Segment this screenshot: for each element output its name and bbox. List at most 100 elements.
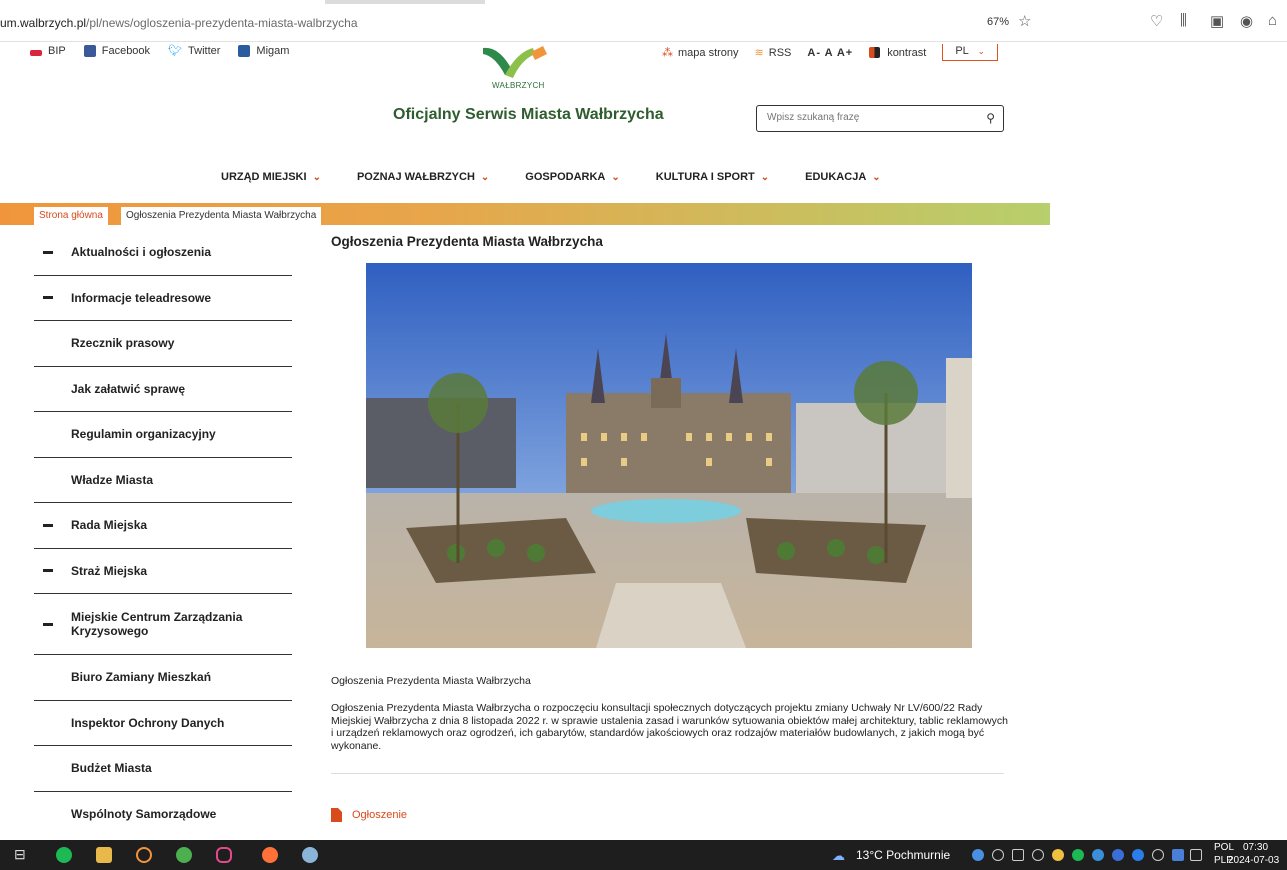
chat-app-icon[interactable]: [216, 847, 232, 863]
search-input[interactable]: [767, 112, 967, 123]
sitemap-link[interactable]: ⁂ mapa strony: [662, 46, 739, 60]
nav-label: KULTURA I SPORT: [655, 171, 755, 183]
facebook-link[interactable]: Facebook: [83, 44, 151, 57]
chevron-down-icon: ⌄: [480, 172, 490, 183]
tray-search-icon[interactable]: [1152, 849, 1164, 861]
sidebar-item-label: Informacje teleadresowe: [71, 290, 212, 305]
sidebar-item-rada[interactable]: Rada Miejska: [34, 503, 292, 549]
qgis-icon[interactable]: [176, 847, 192, 863]
sidebar-item-informacje[interactable]: Informacje teleadresowe: [34, 276, 292, 321]
sidebar-item-label: Wspólnoty Samorządowe: [71, 807, 217, 822]
rss-label: RSS: [768, 46, 792, 59]
nav-item-poznaj-walbrzych[interactable]: POZNAJ WAŁBRZYCH ⌄: [357, 171, 489, 183]
account-icon[interactable]: ◉: [1240, 12, 1253, 30]
contrast-icon: [869, 47, 881, 58]
sidebar-item-wspolnoty[interactable]: Wspólnoty Samorządowe: [34, 792, 292, 838]
pocket-icon[interactable]: ♡: [1150, 12, 1163, 30]
attachment-link[interactable]: Ogłoszenie: [331, 808, 407, 822]
collapse-dash-icon: [43, 523, 53, 527]
logo-text: WAŁBRZYCH: [492, 81, 545, 90]
site-title: Oficjalny Serwis Miasta Wałbrzycha: [393, 106, 664, 123]
breadcrumb-current: Ogłoszenia Prezydenta Miasta Wałbrzycha: [121, 207, 322, 225]
nav-item-urzad-miejski[interactable]: URZĄD MIEJSKI ⌄: [221, 171, 321, 183]
twitter-label: Twitter: [188, 44, 221, 57]
tab-strip-hint: [325, 0, 485, 4]
sidebar-item-wladze[interactable]: Władze Miasta: [34, 458, 292, 503]
chevron-down-icon: ⌄: [611, 172, 620, 183]
rss-link[interactable]: ≋ RSS: [754, 46, 792, 60]
tray-spotify-icon[interactable]: [1072, 849, 1084, 861]
browser-toolbar: um.walbrzych.pl/pl/news/ogloszenia-prezy…: [0, 0, 1287, 42]
weather-text[interactable]: 13°C Pochmurnie: [856, 848, 950, 862]
utility-links: ⁂ mapa strony ≋ RSS A- A A+ kontrast PL …: [662, 44, 998, 61]
paint-app-icon[interactable]: [302, 847, 318, 863]
search-box: ⚲: [756, 105, 1004, 132]
address-bar[interactable]: um.walbrzych.pl/pl/news/ogloszenia-prezy…: [0, 16, 358, 30]
font-size-controls[interactable]: A- A A+: [807, 47, 853, 59]
migam-label: Migam: [256, 44, 290, 57]
library-icon[interactable]: ⫼: [1180, 12, 1187, 29]
language-value: PL: [955, 45, 969, 57]
search-icon[interactable]: ⚲: [986, 111, 995, 125]
tray-cloud-icon[interactable]: [1092, 849, 1104, 861]
firefox-icon[interactable]: [262, 847, 278, 863]
sidebar-item-label: Jak załatwić sprawę: [71, 381, 186, 396]
spotify-icon[interactable]: [56, 847, 72, 863]
sidebar-item-inspektor[interactable]: Inspektor Ochrony Danych: [34, 701, 292, 746]
sidebar-item-budzet[interactable]: Budżet Miasta: [34, 746, 292, 792]
sidebar-item-rzecznik[interactable]: Rzecznik prasowy: [34, 321, 292, 367]
facebook-label: Facebook: [101, 44, 151, 57]
nav-item-gospodarka[interactable]: GOSPODARKA ⌄: [525, 171, 619, 183]
language-select[interactable]: PL ⌄: [942, 44, 998, 61]
extensions-icon[interactable]: ⌂: [1268, 12, 1277, 29]
sidebar-icon[interactable]: ▣: [1210, 12, 1224, 30]
contrast-toggle[interactable]: kontrast: [869, 47, 926, 59]
tray-app2-icon[interactable]: [1172, 849, 1184, 861]
sidebar-item-aktualnosci[interactable]: Aktualności i ogłoszenia: [34, 230, 292, 276]
sidebar-item-biuro-zamiany[interactable]: Biuro Zamiany Mieszkań: [34, 655, 292, 701]
sidebar-item-straz[interactable]: Straż Miejska: [34, 549, 292, 594]
page-title: Ogłoszenia Prezydenta Miasta Wałbrzycha: [331, 234, 603, 249]
sidebar-item-jak-zalatwic[interactable]: Jak załatwić sprawę: [34, 367, 292, 412]
tray-volume-icon[interactable]: [1032, 849, 1044, 861]
tray-pen-icon[interactable]: [1190, 849, 1202, 861]
collapse-dash-icon: [43, 569, 53, 573]
migam-link[interactable]: Migam: [238, 44, 289, 57]
tray-display-icon[interactable]: [1012, 849, 1024, 861]
sidebar-item-label: Regulamin organizacyjny: [71, 427, 216, 442]
breadcrumb: Strona główna Ogłoszenia Prezydenta Mias…: [0, 203, 1050, 225]
clock-date[interactable]: 2024-07-03: [1228, 855, 1279, 866]
nav-item-kultura-i-sport[interactable]: KULTURA I SPORT ⌄: [656, 171, 769, 183]
sidebar-item-label: Biuro Zamiany Mieszkań: [71, 670, 212, 685]
sidebar-item-label: Rada Miejska: [71, 518, 148, 533]
sidebar-item-mczk[interactable]: Miejskie Centrum Zarządzania Kryzysowego: [34, 594, 292, 655]
bip-link[interactable]: BIP: [30, 44, 66, 57]
sitemap-icon: ⁂: [662, 47, 673, 59]
input-language[interactable]: POL: [1214, 842, 1234, 853]
bip-label: BIP: [48, 44, 66, 57]
tray-app-icon[interactable]: [1052, 849, 1064, 861]
sidebar-item-label: Miejskie Centrum Zarządzania Kryzysowego: [71, 610, 243, 638]
website: BIP Facebook 🐦︎ Twitter Migam WAŁBRZYCH …: [0, 42, 1287, 840]
sidebar-item-label: Budżet Miasta: [71, 761, 152, 776]
tray-edge-icon[interactable]: [1132, 849, 1144, 861]
chevron-down-icon: ⌄: [977, 46, 985, 56]
contrast-label: kontrast: [887, 46, 927, 59]
loop-app-icon[interactable]: [136, 847, 152, 863]
tray-network-icon[interactable]: [972, 849, 984, 861]
breadcrumb-home[interactable]: Strona główna: [34, 207, 108, 225]
pdf-file-icon: [331, 808, 342, 822]
tray-security-icon[interactable]: [1112, 849, 1124, 861]
main-navigation: URZĄD MIEJSKI ⌄ POZNAJ WAŁBRZYCH ⌄ GOSPODA…: [221, 171, 881, 183]
file-explorer-icon[interactable]: [96, 847, 112, 863]
bookmark-star-icon[interactable]: ☆: [1018, 12, 1031, 30]
tray-chat-icon[interactable]: [992, 849, 1004, 861]
zoom-indicator[interactable]: 67%: [987, 16, 1009, 28]
twitter-link[interactable]: 🐦︎ Twitter: [168, 44, 221, 58]
nav-item-edukacja[interactable]: EDUKACJA ⌄: [805, 171, 881, 183]
clock-time[interactable]: 07:30: [1243, 842, 1268, 853]
task-view-icon[interactable]: ⊟: [14, 846, 26, 863]
attachment-label: Ogłoszenie: [352, 809, 408, 821]
rss-icon: ≋: [754, 47, 764, 59]
sidebar-item-regulamin[interactable]: Regulamin organizacyjny: [34, 412, 292, 458]
